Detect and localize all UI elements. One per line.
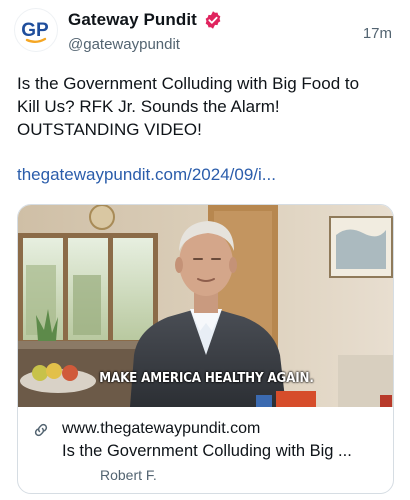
gateway-pundit-logo: GP (14, 8, 58, 52)
post-text-line: Is the Government Colluding with Big Foo… (17, 74, 360, 93)
timestamp[interactable]: 17m (363, 25, 392, 42)
post-link[interactable]: thegatewaypundit.com/2024/09/i... (17, 165, 276, 185)
card-title[interactable]: Is the Government Colluding with Big ... (62, 442, 352, 461)
card-info[interactable]: www.thegatewaypundit.com Is the Governme… (18, 407, 393, 493)
card-author: Robert F. (100, 467, 157, 483)
post[interactable]: GP Gateway Pundit @gatewaypundit 17m Is … (0, 0, 410, 500)
post-text: Is the Government Colluding with Big Foo… (17, 72, 397, 141)
link-preview-card[interactable]: MAKE AMERICA HEALTHY AGAIN. www.thegatew… (17, 204, 394, 494)
author-name-row[interactable]: Gateway Pundit (68, 10, 223, 30)
post-text-line: OUTSTANDING VIDEO! (17, 120, 202, 139)
card-thumbnail[interactable]: MAKE AMERICA HEALTHY AGAIN. (18, 205, 393, 407)
handle[interactable]: @gatewaypundit (68, 36, 180, 53)
card-domain[interactable]: www.thegatewaypundit.com (62, 420, 260, 438)
post-text-line: Kill Us? RFK Jr. Sounds the Alarm! (17, 97, 280, 116)
link-chain-icon (32, 421, 50, 439)
verified-badge-icon (203, 10, 223, 30)
display-name[interactable]: Gateway Pundit (68, 10, 197, 30)
video-subtitle: MAKE AMERICA HEALTHY AGAIN. (99, 371, 314, 386)
avatar[interactable]: GP (14, 8, 58, 52)
